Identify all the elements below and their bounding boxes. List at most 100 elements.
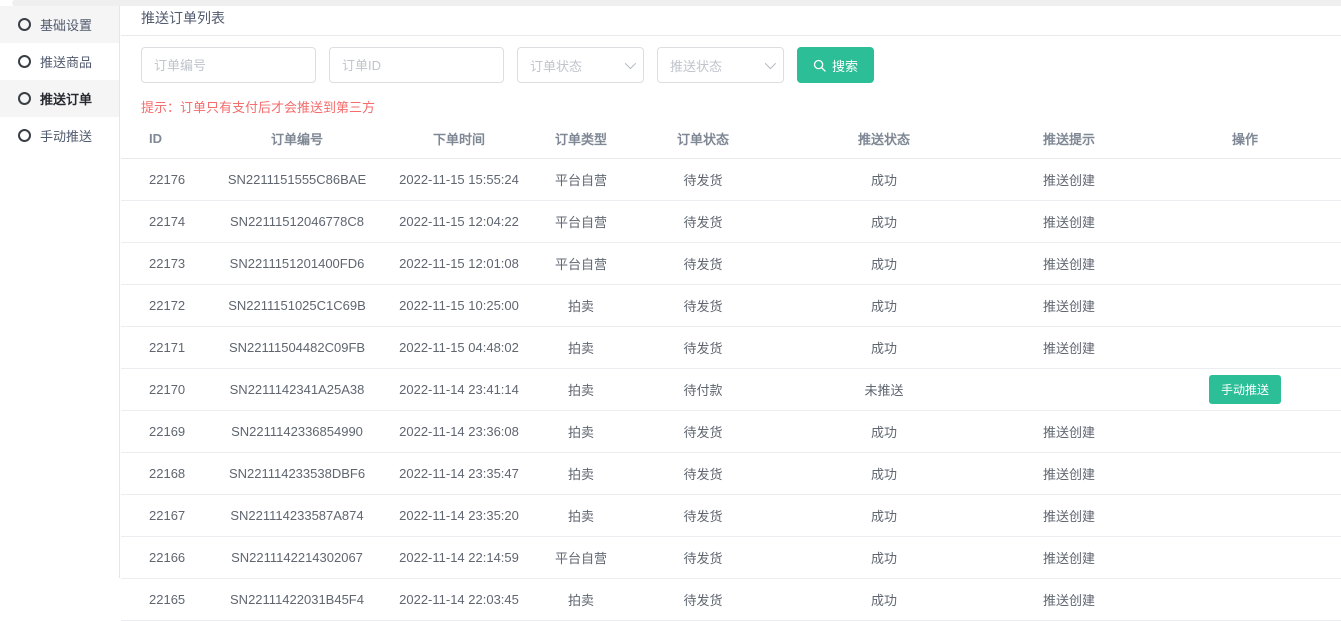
cell-push-status: 成功 [779, 327, 989, 369]
cell-order-status: 待发货 [627, 327, 779, 369]
cell-order-no: SN22111504482C09FB [211, 327, 383, 369]
push-status-select-value: 推送状态 [670, 56, 722, 75]
cell-order-type: 拍卖 [535, 411, 627, 453]
table-row: 22167SN221114233587A8742022-11-14 23:35:… [121, 495, 1341, 537]
sidebar-item-0[interactable]: 基础设置 [0, 6, 119, 43]
cell-order-time: 2022-11-15 04:48:02 [383, 327, 535, 369]
chevron-down-icon [765, 58, 776, 69]
cell-order-no: SN2211151025C1C69B [211, 285, 383, 327]
cell-order-no: SN221114233538DBF6 [211, 453, 383, 495]
cell-actions: 手动推送 [1149, 369, 1341, 411]
column-header: 推送提示 [989, 118, 1149, 159]
column-header: 订单编号 [211, 118, 383, 159]
cell-order-time: 2022-11-14 22:14:59 [383, 537, 535, 579]
cell-push-hint: 推送创建 [989, 453, 1149, 495]
column-header: 操作 [1149, 118, 1341, 159]
cell-order-status: 待发货 [627, 285, 779, 327]
table-row: 22165SN22111422031B45F42022-11-14 22:03:… [121, 579, 1341, 621]
order-status-select[interactable]: 订单状态 [517, 47, 644, 83]
manual-push-button[interactable]: 手动推送 [1209, 375, 1281, 404]
cell-order-time: 2022-11-15 15:55:24 [383, 159, 535, 201]
circle-icon [18, 129, 31, 142]
cell-id: 22171 [121, 327, 211, 369]
cell-order-no: SN2211142214302067 [211, 537, 383, 579]
cell-push-status: 成功 [779, 495, 989, 537]
cell-push-hint: 推送创建 [989, 495, 1149, 537]
cell-order-no: SN22111512046778C8 [211, 201, 383, 243]
cell-actions [1149, 327, 1341, 369]
table-row: 22176SN2211151555C86BAE2022-11-15 15:55:… [121, 159, 1341, 201]
cell-actions [1149, 537, 1341, 579]
cell-order-status: 待发货 [627, 243, 779, 285]
cell-order-status: 待发货 [627, 579, 779, 621]
push-order-table: ID订单编号下单时间订单类型订单状态推送状态推送提示操作 22176SN2211… [121, 118, 1341, 621]
cell-push-status: 成功 [779, 411, 989, 453]
cell-push-hint [989, 369, 1149, 411]
cell-id: 22172 [121, 285, 211, 327]
cell-push-status: 成功 [779, 201, 989, 243]
cell-order-status: 待发货 [627, 453, 779, 495]
cell-push-hint: 推送创建 [989, 201, 1149, 243]
cell-push-status: 成功 [779, 537, 989, 579]
sidebar-item-label: 推送商品 [40, 52, 92, 71]
cell-push-hint: 推送创建 [989, 411, 1149, 453]
cell-push-hint: 推送创建 [989, 327, 1149, 369]
sidebar: 基础设置推送商品推送订单手动推送 [0, 6, 120, 578]
cell-order-time: 2022-11-15 12:04:22 [383, 201, 535, 243]
chevron-down-icon [625, 58, 636, 69]
cell-order-no: SN2211142341A25A38 [211, 369, 383, 411]
sidebar-item-1[interactable]: 推送商品 [0, 43, 119, 80]
order-id-input[interactable] [329, 47, 504, 83]
payment-hint-text: 提示：订单只有支付后才会推送到第三方 [141, 97, 1341, 116]
search-button[interactable]: 搜索 [797, 47, 874, 83]
sidebar-item-label: 手动推送 [40, 126, 92, 145]
cell-id: 22168 [121, 453, 211, 495]
cell-push-status: 成功 [779, 159, 989, 201]
table-body: 22176SN2211151555C86BAE2022-11-15 15:55:… [121, 159, 1341, 621]
table-row: 22173SN2211151201400FD62022-11-15 12:01:… [121, 243, 1341, 285]
cell-id: 22173 [121, 243, 211, 285]
cell-push-status: 成功 [779, 285, 989, 327]
cell-order-time: 2022-11-14 23:35:20 [383, 495, 535, 537]
sidebar-item-2[interactable]: 推送订单 [0, 80, 119, 117]
cell-order-time: 2022-11-14 23:36:08 [383, 411, 535, 453]
sidebar-item-label: 基础设置 [40, 15, 92, 34]
cell-order-type: 拍卖 [535, 327, 627, 369]
cell-actions [1149, 159, 1341, 201]
circle-icon [18, 92, 31, 105]
cell-push-status: 成功 [779, 453, 989, 495]
cell-order-no: SN2211151201400FD6 [211, 243, 383, 285]
search-button-label: 搜索 [832, 56, 858, 75]
cell-push-status: 成功 [779, 579, 989, 621]
cell-order-type: 拍卖 [535, 369, 627, 411]
cell-actions [1149, 285, 1341, 327]
cell-order-no: SN2211151555C86BAE [211, 159, 383, 201]
table-row: 22169SN22111423368549902022-11-14 23:36:… [121, 411, 1341, 453]
cell-actions [1149, 243, 1341, 285]
cell-actions [1149, 201, 1341, 243]
table-row: 22174SN22111512046778C82022-11-15 12:04:… [121, 201, 1341, 243]
cell-id: 22166 [121, 537, 211, 579]
cell-push-hint: 推送创建 [989, 243, 1149, 285]
cell-order-status: 待发货 [627, 411, 779, 453]
cell-id: 22165 [121, 579, 211, 621]
cell-order-no: SN22111422031B45F4 [211, 579, 383, 621]
cell-id: 22167 [121, 495, 211, 537]
order-number-input[interactable] [141, 47, 316, 83]
column-header: 订单类型 [535, 118, 627, 159]
column-header: ID [121, 118, 211, 159]
column-header: 推送状态 [779, 118, 989, 159]
table-row: 22168SN221114233538DBF62022-11-14 23:35:… [121, 453, 1341, 495]
cell-order-type: 平台自营 [535, 537, 627, 579]
cell-push-status: 成功 [779, 243, 989, 285]
cell-order-no: SN2211142336854990 [211, 411, 383, 453]
circle-icon [18, 18, 31, 31]
cell-order-type: 平台自营 [535, 201, 627, 243]
push-status-select[interactable]: 推送状态 [657, 47, 784, 83]
main-content: 推送订单列表 订单状态 推送状态 搜索 提示：订单只有支付后才会推送到第三方 I… [121, 0, 1341, 578]
sidebar-item-3[interactable]: 手动推送 [0, 117, 119, 154]
cell-order-status: 待发货 [627, 159, 779, 201]
column-header: 订单状态 [627, 118, 779, 159]
table-row: 22172SN2211151025C1C69B2022-11-15 10:25:… [121, 285, 1341, 327]
cell-id: 22176 [121, 159, 211, 201]
